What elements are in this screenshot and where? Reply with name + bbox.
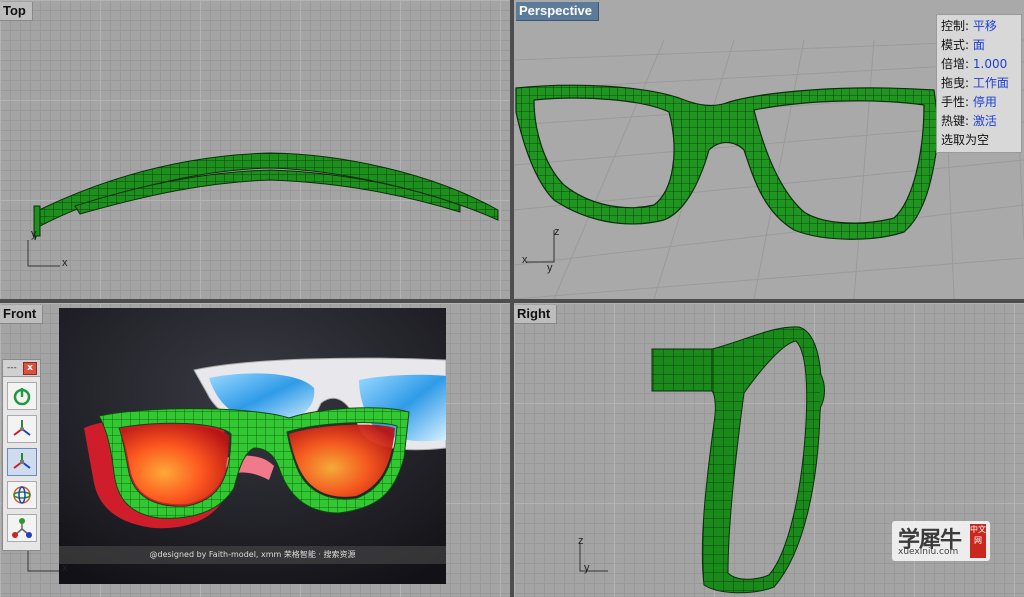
settings-row-drag[interactable]: 拖曳: 工作面 — [941, 74, 1021, 93]
power-icon — [13, 388, 30, 406]
photo-caption: @designed by Faith-model, xmm 荣格智能 · 搜索资… — [59, 546, 446, 564]
sunglasses-photo-image — [59, 308, 446, 584]
gumball-move-active-icon — [12, 453, 31, 469]
viewport-title-right[interactable]: Right — [514, 305, 558, 324]
viewport-title-front[interactable]: Front — [0, 305, 44, 324]
settings-row-select-empty[interactable]: 选取为空 — [941, 131, 1021, 150]
toolbar-titlebar[interactable]: --- x — [3, 360, 40, 377]
settings-row-multiplier[interactable]: 倍增: 1.000 — [941, 55, 1021, 74]
settings-row-control[interactable]: 控制: 平移 — [941, 17, 1021, 36]
gumball-settings-panel: 控制: 平移 模式: 面 倍增: 1.000 拖曳: 工作面 手性: 停用 热键… — [936, 14, 1022, 153]
sphere-axis-icon — [12, 486, 31, 504]
axis-label-y: y — [31, 228, 37, 240]
axis-label-y: y — [547, 262, 553, 274]
gumball-move-button[interactable] — [6, 415, 37, 443]
axis-label-z: z — [554, 226, 560, 238]
settings-row-mode[interactable]: 模式: 面 — [941, 36, 1021, 55]
axis-label-x: x — [62, 257, 68, 269]
close-icon[interactable]: x — [23, 362, 37, 375]
gumball-toolbar: --- x — [2, 359, 41, 551]
viewport-perspective[interactable]: Perspective z x y 控制: 平移 模式: 面 倍增: 1.000… — [514, 0, 1024, 299]
axis-label-z: z — [578, 535, 584, 547]
axis-label-x: x — [62, 562, 68, 574]
gumball-scale-icon — [11, 518, 32, 538]
watermark-badge: 中文网 — [970, 524, 986, 558]
site-watermark-logo: 学犀牛 xuexiniu.com 中文网 — [892, 521, 990, 561]
settings-row-handedness[interactable]: 手性: 停用 — [941, 93, 1021, 112]
gumball-move-icon — [12, 420, 31, 436]
viewport-title-top[interactable]: Top — [0, 2, 33, 21]
gumball-move-active-button[interactable] — [6, 448, 37, 476]
axis-label-x: x — [522, 254, 528, 266]
viewport-right[interactable]: Right z y 学犀牛 xuexiniu.com 中文网 — [514, 303, 1024, 597]
toolbar-grip[interactable]: --- — [7, 363, 17, 373]
settings-row-hotkey[interactable]: 热键: 激活 — [941, 112, 1021, 131]
viewport-title-perspective[interactable]: Perspective — [516, 2, 599, 21]
gumball-rotate-button[interactable] — [6, 481, 37, 509]
viewport-top[interactable]: Top y x — [0, 0, 510, 299]
watermark-url: xuexiniu.com — [898, 547, 959, 557]
viewport-front[interactable]: Front @designed by Faith-model, xmm 荣格智能… — [0, 303, 510, 597]
reference-photo: @designed by Faith-model, xmm 荣格智能 · 搜索资… — [59, 308, 446, 584]
axis-label-y: y — [584, 562, 590, 574]
top-view-glasses-mesh — [27, 152, 499, 267]
gumball-toggle-button[interactable] — [6, 382, 37, 410]
gumball-scale-button[interactable] — [6, 514, 37, 542]
